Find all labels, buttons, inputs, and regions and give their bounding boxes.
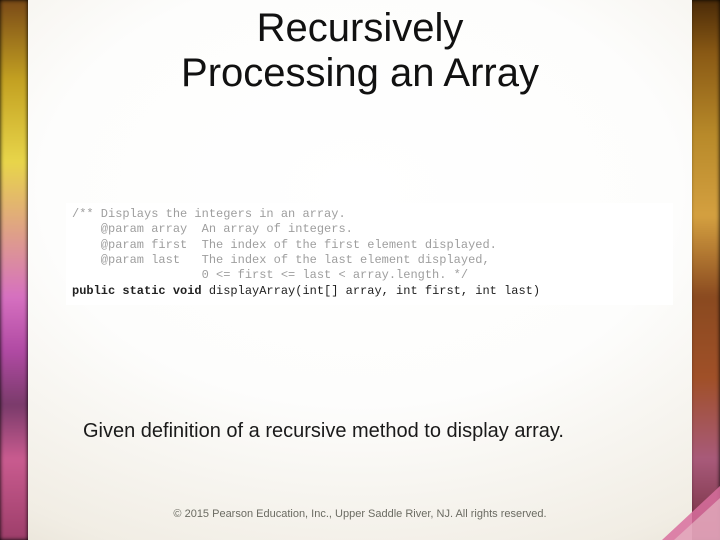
slide-title: Recursively Processing an Array [28, 6, 692, 96]
code-line-1: /** Displays the integers in an array. [72, 207, 346, 221]
code-signature: displayArray(int[] array, int first, int… [202, 284, 540, 298]
decorative-left-strip [0, 0, 28, 540]
decorative-right-strip [690, 0, 720, 540]
slide-body: Recursively Processing an Array /** Disp… [28, 0, 692, 540]
copyright-text: © 2015 Pearson Education, Inc., Upper Sa… [28, 508, 692, 520]
code-snippet: /** Displays the integers in an array. @… [66, 203, 673, 305]
code-line-2: @param array An array of integers. [72, 222, 353, 236]
title-line-2: Processing an Array [181, 51, 539, 95]
code-line-5: 0 <= first <= last < array.length. */ [72, 268, 468, 282]
code-line-4: @param last The index of the last elemen… [72, 253, 490, 267]
page-fold-highlight [674, 498, 720, 540]
slide-stage: Recursively Processing an Array /** Disp… [0, 0, 720, 540]
code-line-3: @param first The index of the first elem… [72, 238, 497, 252]
code-keywords: public static void [72, 284, 202, 298]
slide-description: Given definition of a recursive method t… [83, 420, 652, 443]
title-line-1: Recursively [257, 6, 464, 50]
